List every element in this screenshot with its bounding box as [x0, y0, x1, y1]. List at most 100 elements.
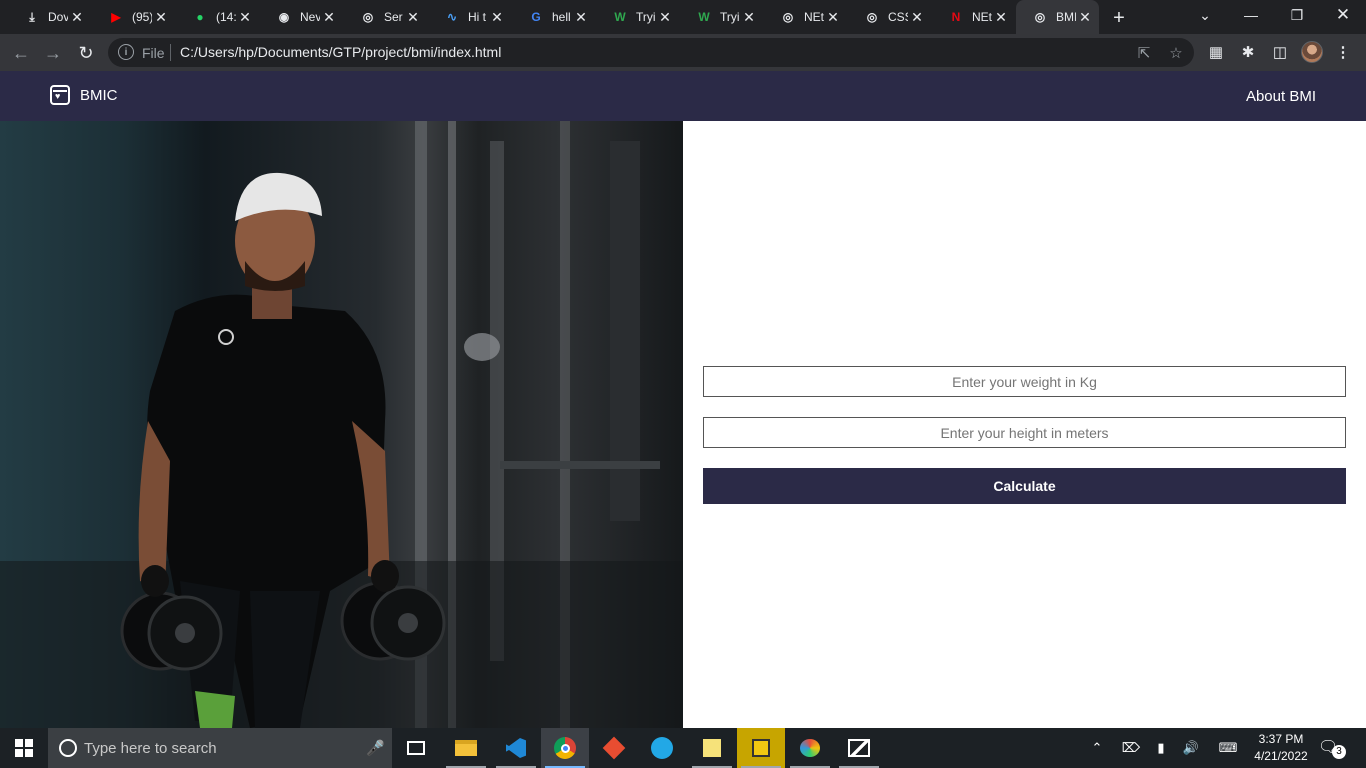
height-input[interactable]: [703, 417, 1346, 448]
w-icon: W: [698, 10, 710, 24]
tab-close-icon[interactable]: ✕: [657, 9, 673, 25]
browser-tab[interactable]: ◎ Ser ✕: [344, 0, 427, 34]
download-icon: ⤓: [29, 9, 35, 24]
extensions-icon[interactable]: ✱: [1239, 43, 1257, 61]
url-text[interactable]: C:/Users/hp/Documents/GTP/project/bmi/in…: [180, 44, 501, 60]
wifi-icon[interactable]: ⌦: [1120, 728, 1142, 768]
browser-tab[interactable]: ◉ Nev ✕: [260, 0, 343, 34]
tab-close-icon[interactable]: ✕: [489, 9, 505, 25]
tab-title: CSS: [888, 10, 908, 24]
tab-close-icon[interactable]: ✕: [1077, 9, 1093, 25]
cortana-icon: [59, 739, 77, 757]
notification-center-icon[interactable]: 🗨 3: [1318, 737, 1348, 761]
browser-tab[interactable]: ◎ BMI ✕: [1016, 0, 1099, 34]
tab-title: hell: [552, 10, 571, 24]
task-view-icon[interactable]: [392, 728, 440, 768]
omnibox-divider: [170, 44, 171, 61]
tab-title: (14:: [216, 10, 236, 24]
tab-close-icon[interactable]: ✕: [321, 9, 337, 25]
tab-close-icon[interactable]: ✕: [825, 9, 841, 25]
browser-tab[interactable]: ◎ CSS✕: [848, 0, 931, 34]
photos-icon[interactable]: [835, 728, 883, 768]
globe-icon: ◎: [1034, 10, 1046, 24]
power-bi-icon[interactable]: [737, 728, 785, 768]
edge-icon[interactable]: [638, 728, 686, 768]
taskbar-search-placeholder: Type here to search: [84, 740, 217, 757]
file-explorer-icon[interactable]: [442, 728, 490, 768]
notification-badge: 3: [1332, 745, 1346, 759]
browser-toolbar: ← → ↻ i File C:/Users/hp/Documents/GTP/p…: [0, 34, 1366, 71]
forward-button[interactable]: →: [40, 40, 66, 66]
tab-title: Tryi: [720, 10, 740, 24]
browser-tab[interactable]: ∿ Hi t ✕: [428, 0, 511, 34]
volume-icon[interactable]: 🔊: [1180, 728, 1202, 768]
show-hidden-icons-icon[interactable]: ⌃: [1086, 728, 1108, 768]
tab-close-icon[interactable]: ✕: [153, 9, 169, 25]
tab-close-icon[interactable]: ✕: [237, 9, 253, 25]
netflix-icon: N: [951, 10, 961, 24]
restore-button[interactable]: ❐: [1274, 0, 1320, 30]
google-icon: G: [531, 10, 541, 24]
tab-close-icon[interactable]: ✕: [909, 9, 925, 25]
close-window-button[interactable]: ✕: [1320, 0, 1366, 30]
tab-title: NEt: [972, 10, 992, 24]
chrome-taskbar-icon[interactable]: [541, 728, 589, 768]
weight-input[interactable]: [703, 366, 1346, 397]
back-button[interactable]: ←: [8, 40, 34, 66]
tab-search-button[interactable]: ⌄: [1182, 0, 1228, 30]
browser-tab[interactable]: ▶ (95) ✕: [92, 0, 175, 34]
browser-tab[interactable]: ● (14: ✕: [176, 0, 259, 34]
menu-kebab-icon[interactable]: ⋮: [1334, 43, 1352, 61]
tab-title: Nev: [300, 10, 320, 24]
vscode-icon[interactable]: [492, 728, 540, 768]
profile-avatar[interactable]: [1301, 41, 1323, 63]
tab-title: BMI: [1056, 10, 1076, 24]
calculate-button[interactable]: Calculate: [703, 468, 1346, 504]
git-icon[interactable]: [590, 728, 638, 768]
taskbar-search-box[interactable]: Type here to search 🎤: [48, 728, 392, 768]
clock-date: 4/21/2022: [1254, 749, 1308, 763]
scheme-label: File: [142, 45, 165, 61]
browser-tab-strip: ⤓ Dov ✕ ▶ (95) ✕ ● (14: ✕ ◉ Nev ✕ ◎ Ser ✕ ∿ Hi t ✕ Ghell ✕ W…: [0, 0, 1366, 34]
keyboard-icon[interactable]: ⌨: [1214, 728, 1242, 768]
battery-icon[interactable]: ▮: [1150, 728, 1172, 768]
globe-icon: ◎: [866, 10, 878, 24]
windows-taskbar: Type here to search 🎤 ⌃ ⌦ ▮ 🔊 ⌨ 3:37 PM …: [0, 728, 1366, 768]
globe-icon: ◎: [362, 10, 374, 24]
tab-close-icon[interactable]: ✕: [573, 9, 589, 25]
side-panel-icon[interactable]: ◫: [1271, 43, 1289, 61]
hero-image: [0, 121, 683, 728]
tab-title: Tryi: [636, 10, 656, 24]
reading-list-icon[interactable]: ▦: [1207, 43, 1225, 61]
windows-logo-icon: [15, 739, 33, 757]
browser-tab[interactable]: W Tryi ✕: [596, 0, 679, 34]
site-info-icon[interactable]: i: [118, 44, 134, 60]
about-bmi-link[interactable]: About BMI: [1246, 88, 1316, 105]
browser-tab[interactable]: N NEt ✕: [932, 0, 1015, 34]
sticky-notes-icon[interactable]: [688, 728, 736, 768]
start-button[interactable]: [0, 728, 48, 768]
minimize-button[interactable]: —: [1228, 0, 1274, 30]
browser-tab[interactable]: ◎ NEt ✕: [764, 0, 847, 34]
tab-close-icon[interactable]: ✕: [993, 9, 1009, 25]
tab-close-icon[interactable]: ✕: [741, 9, 757, 25]
browser-tab[interactable]: W Tryi ✕: [680, 0, 763, 34]
microphone-icon[interactable]: 🎤: [366, 739, 385, 757]
new-tab-button[interactable]: +: [1108, 7, 1130, 29]
paint-icon[interactable]: [786, 728, 834, 768]
tab-close-icon[interactable]: ✕: [69, 9, 85, 25]
globe-icon: ◎: [782, 10, 794, 24]
bookmark-star-icon[interactable]: ☆: [1167, 44, 1185, 62]
tab-close-icon[interactable]: ✕: [405, 9, 421, 25]
brand-link[interactable]: BMIC: [50, 85, 118, 105]
whatsapp-icon: ●: [196, 10, 204, 24]
reload-button[interactable]: ↻: [73, 40, 99, 66]
brand-name: BMIC: [80, 86, 118, 104]
browser-tab[interactable]: Ghell ✕: [512, 0, 595, 34]
share-icon[interactable]: ⇱: [1135, 44, 1153, 62]
browser-tab[interactable]: ⤓ Dov ✕: [8, 0, 91, 34]
clock-time: 3:37 PM: [1258, 732, 1304, 746]
tab-title: Hi t: [468, 10, 486, 24]
address-bar[interactable]: i File C:/Users/hp/Documents/GTP/project…: [108, 38, 1194, 67]
clock[interactable]: 3:37 PM 4/21/2022: [1250, 731, 1312, 765]
